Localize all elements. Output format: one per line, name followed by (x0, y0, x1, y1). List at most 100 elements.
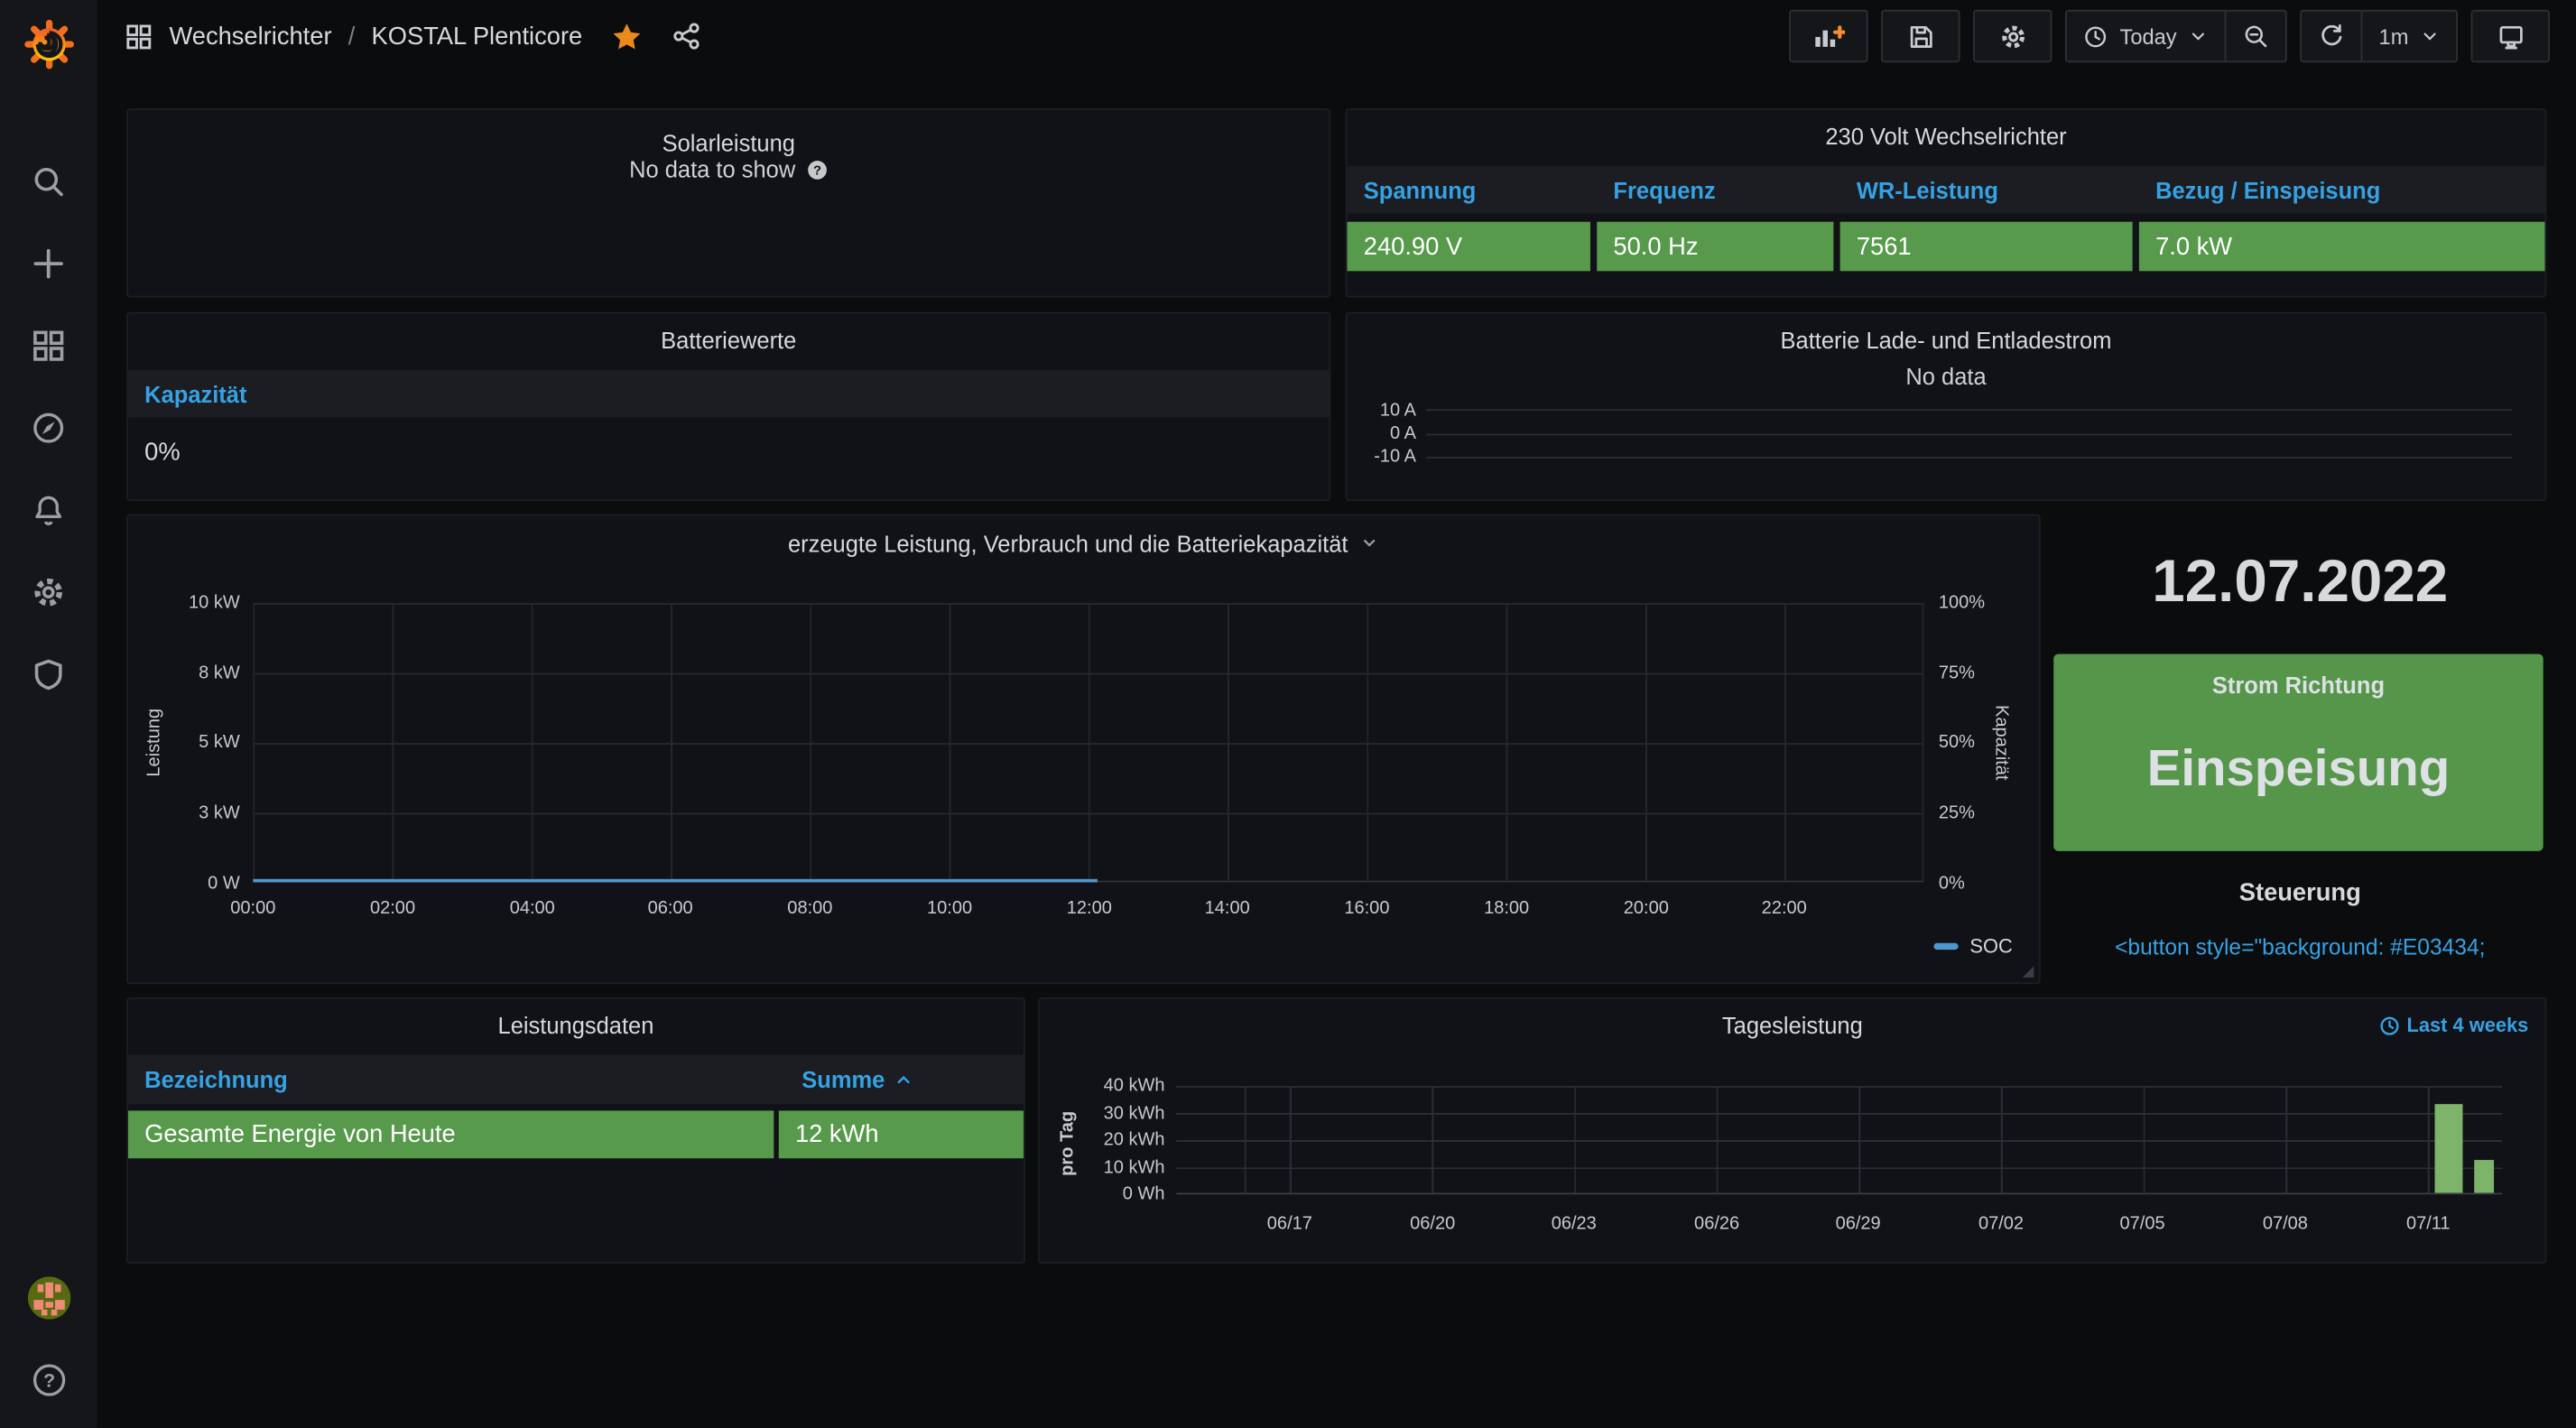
zoom-out-time-button[interactable] (2226, 12, 2285, 61)
panel-tagesleistung: Tagesleistung Last 4 weeks 40 kWh 30 kWh… (1038, 997, 2546, 1264)
y-tick: 40 kWh (1086, 1076, 1164, 1096)
y-tick: 10 kWh (1086, 1158, 1164, 1178)
column-header-wr-leistung[interactable]: WR-Leistung (1850, 177, 2149, 203)
table-header-row: Kapazität (128, 370, 1330, 418)
kiosk-mode-button[interactable] (2471, 10, 2550, 62)
y-tick-right: 25% (1939, 803, 1975, 823)
column-header-spannung[interactable]: Spannung (1348, 177, 1608, 203)
configuration-gear-icon[interactable] (31, 573, 67, 609)
server-admin-shield-icon[interactable] (31, 655, 67, 691)
x-tick: 20:00 (1624, 899, 1669, 919)
y-tick: 0 Wh (1086, 1184, 1164, 1204)
clock-icon (2379, 1015, 2401, 1036)
plot-area[interactable] (1176, 1086, 2502, 1194)
column-header-kapazitaet[interactable]: Kapazität (128, 380, 246, 406)
steuerung-code-link[interactable]: <button style="background: #E03434; (1988, 935, 2576, 960)
grafana-logo-icon[interactable] (15, 12, 81, 78)
add-icon[interactable] (31, 245, 67, 281)
panel-batteriewerte: Batteriewerte Kapazität 0% (126, 312, 1330, 501)
x-tick: 07/08 (2263, 1214, 2308, 1234)
y-tick: -10 A (1354, 447, 1416, 467)
chevron-down-icon (2188, 26, 2208, 46)
save-dashboard-button[interactable] (1882, 10, 1960, 62)
panel-time-override[interactable]: Last 4 weeks (2379, 1014, 2529, 1036)
breadcrumb-page[interactable]: KOSTAL Plenticore (372, 23, 583, 51)
panel-resize-handle[interactable] (2023, 966, 2034, 978)
sort-asc-icon (894, 1073, 911, 1087)
avatar[interactable] (27, 1276, 69, 1319)
y-tick-right: 0% (1939, 874, 1965, 894)
panel-title[interactable]: Batteriewerte (128, 327, 1330, 353)
refresh-interval-picker[interactable]: 1m (2362, 12, 2456, 61)
x-tick: 22:00 (1762, 899, 1807, 919)
y-axis-label-right: Kapazität (1991, 693, 2011, 792)
x-tick: 12:00 (1067, 899, 1112, 919)
help-icon[interactable]: ? (31, 1362, 67, 1398)
panel-title[interactable]: Solarleistung (128, 130, 1330, 156)
y-tick-left: 5 kW (158, 733, 240, 753)
x-tick: 06:00 (648, 899, 693, 919)
topbar-actions: Today 1m (1790, 10, 2550, 62)
panel-title[interactable]: 230 Volt Wechselrichter (1348, 124, 2545, 150)
y-tick: 30 kWh (1086, 1104, 1164, 1124)
value-bezug-einspeisung: 7.0 kW (2139, 222, 2545, 272)
svg-text:?: ? (42, 1369, 54, 1391)
x-tick: 07/02 (1978, 1214, 2024, 1234)
panel-title[interactable]: Batterie Lade- und Entladestrom (1348, 327, 2545, 353)
breadcrumb-separator: / (348, 23, 356, 51)
table-header-row: Spannung Frequenz WR-Leistung Bezug / Ei… (1348, 166, 2545, 214)
dashboard-settings-button[interactable] (1973, 10, 2052, 62)
no-data-message: No data to show ? (128, 156, 1330, 182)
gridline (1426, 409, 2512, 411)
alerting-bell-icon[interactable] (31, 491, 67, 527)
y-axis-label: pro Tag (1058, 1102, 1078, 1184)
bar-07-11 (2435, 1104, 2463, 1192)
search-icon[interactable] (31, 162, 67, 199)
column-header-summe[interactable]: Summe (802, 1066, 911, 1092)
breadcrumb-section[interactable]: Wechselrichter (169, 23, 331, 51)
y-axis-label-left: Leistung (144, 693, 164, 792)
panel-leistungsdaten: Leistungsdaten Bezeichnung Summe Gesamte… (126, 997, 1025, 1264)
column-header-frequenz[interactable]: Frequenz (1607, 177, 1849, 203)
topbar: Wechselrichter / KOSTAL Plenticore (97, 0, 2576, 72)
x-tick: 00:00 (230, 899, 275, 919)
y-tick-left: 8 kW (158, 663, 240, 683)
soc-series-line (253, 878, 1098, 883)
x-tick: 06/23 (1552, 1214, 1597, 1234)
x-tick: 10:00 (927, 899, 972, 919)
dashboards-icon[interactable] (31, 327, 67, 363)
refresh-group: 1m (2300, 10, 2458, 62)
strom-richtung-value: Einspeisung (2053, 739, 2543, 799)
panel-title[interactable]: Tagesleistung (1040, 1012, 2544, 1038)
column-header-bezug-einspeisung[interactable]: Bezug / Einspeisung (2149, 177, 2545, 203)
share-icon[interactable] (672, 22, 702, 51)
y-tick: 10 A (1354, 401, 1416, 421)
favorite-star-icon[interactable] (612, 21, 644, 52)
refresh-interval-label: 1m (2379, 23, 2409, 48)
grafana-app: ? Wechselrichter / KOSTAL Plenticore (0, 0, 2576, 1428)
y-tick: 20 kWh (1086, 1130, 1164, 1150)
dashboard-grid-icon[interactable] (125, 23, 153, 51)
no-data-message: No data (1348, 363, 2545, 389)
value-spannung: 240.90 V (1348, 222, 1590, 272)
breadcrumb: Wechselrichter / KOSTAL Plenticore (125, 21, 702, 52)
time-range-label: Today (2119, 23, 2176, 48)
column-header-bezeichnung[interactable]: Bezeichnung (128, 1066, 288, 1092)
value-bezeichnung: Gesamte Energie von Heute (128, 1110, 774, 1158)
x-tick: 06/29 (1836, 1214, 1881, 1234)
legend-swatch (1933, 943, 1958, 950)
panel-main-chart: erzeugte Leistung, Verbrauch und die Bat… (126, 515, 2041, 985)
panel-230v-wechselrichter: 230 Volt Wechselrichter Spannung Frequen… (1346, 108, 2547, 297)
refresh-button[interactable] (2302, 12, 2361, 61)
panel-title[interactable]: Leistungsdaten (128, 1012, 1024, 1038)
x-tick: 04:00 (510, 899, 555, 919)
y-tick-left: 3 kW (158, 803, 240, 823)
plot-area[interactable] (253, 603, 1923, 882)
time-range-picker[interactable]: Today (2067, 12, 2224, 61)
question-circle-icon: ? (807, 160, 829, 181)
y-tick-left: 10 kW (158, 593, 240, 613)
explore-compass-icon[interactable] (31, 409, 67, 445)
bar-07-12 (2474, 1160, 2494, 1192)
add-panel-button[interactable] (1790, 10, 1868, 62)
panel-title[interactable]: erzeugte Leistung, Verbrauch und die Bat… (128, 531, 2039, 557)
